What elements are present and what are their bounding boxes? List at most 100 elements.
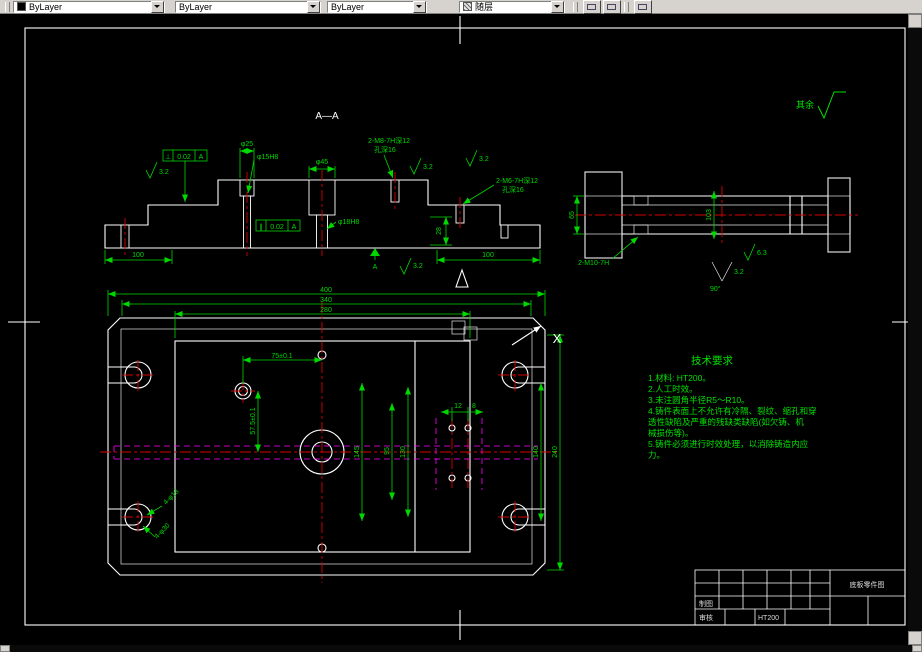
roughness-symbol-icon — [817, 91, 846, 120]
gdt1-symbol: ⊥ — [165, 154, 171, 161]
gdt2-symbol: ∥ — [259, 223, 263, 231]
title-block: 制图 审核 HT200 底板零件图 — [694, 569, 906, 626]
tech-line: 3.未注圆角半径R5～R10。 — [648, 395, 750, 405]
plan-dimensions: 400 340 280 75±0.1 57.5±0.1 145 95 130 1… — [107, 287, 564, 571]
dim-12: 12 — [454, 403, 462, 410]
side-dimensions: 65 103 2-M10-7H 6.3 3.2 90° — [569, 191, 767, 293]
toolbar-grip[interactable] — [624, 1, 629, 12]
datum-a-label: A — [373, 264, 378, 271]
titleblock-checker-label: 审核 — [699, 613, 713, 622]
titleblock-title: 底板零件图 — [850, 580, 885, 589]
linetype-dropdown[interactable]: ByLayer — [175, 0, 321, 13]
dim-145: 145 — [354, 446, 361, 458]
section-view: A—A φ25 φ15H8 φ45 2-M8-7H深12 孔深16 2-M6-7… — [104, 111, 541, 288]
gdt2-datum: A — [292, 224, 297, 231]
tech-line: 5.铸件必须进行时效处理，以消除铸造内应 — [648, 439, 809, 449]
surface-finish-note: 其余 — [796, 91, 846, 120]
lineweight-dropdown[interactable]: ByLayer — [327, 0, 427, 13]
chevron-down-icon[interactable] — [551, 0, 564, 13]
scroll-up-button[interactable] — [908, 14, 922, 28]
roughness-63: 6.3 — [757, 250, 767, 257]
dim-65: 65 — [569, 211, 576, 219]
dim-140: 140 — [533, 446, 540, 458]
dim-240: 240 — [552, 446, 559, 458]
dim-57-5: 57.5±0.1 — [250, 407, 257, 434]
plotstyle-dropdown[interactable]: 随层 — [459, 0, 565, 13]
tech-line: 2.人工时效。 — [648, 384, 698, 394]
dim-dia18: φ18H8 — [338, 219, 359, 226]
toolbar-grip[interactable] — [5, 1, 10, 12]
dim-8: 8 — [472, 403, 476, 410]
horizontal-scrollbar[interactable] — [0, 645, 922, 652]
dim-dia45: φ45 — [316, 159, 328, 166]
dim-4-dia30: 4-φ30 — [153, 522, 171, 540]
dim-m8-1: 2-M8-7H深12 — [368, 136, 410, 145]
plotstyle-swatch-icon — [463, 2, 472, 11]
toolbar-button-2[interactable] — [603, 0, 621, 14]
tech-line: 透性缺陷及严重的残缺类缺陷(如欠铸、机 — [648, 417, 804, 427]
color-swatch-icon — [17, 2, 26, 11]
chevron-down-icon[interactable] — [413, 0, 426, 13]
drawing-canvas[interactable]: A—A φ25 φ15H8 φ45 2-M8-7H深12 孔深16 2-M6-7… — [0, 14, 908, 645]
dim-280: 280 — [320, 307, 332, 314]
dim-130: 130 — [400, 446, 407, 458]
section-centerlines — [124, 170, 461, 256]
tech-line: 1.材料: HT200。 — [648, 373, 711, 383]
dim-m10: 2-M10-7H — [578, 260, 609, 267]
roughness-3: 3.2 — [479, 156, 489, 163]
gdt2-value: 0.02 — [270, 224, 284, 231]
dim-dia25: φ25 — [241, 141, 253, 148]
section-arrow-icon — [455, 268, 469, 288]
color-dropdown[interactable]: ByLayer — [13, 0, 165, 13]
chevron-down-icon[interactable] — [151, 0, 164, 13]
lineweight-value: ByLayer — [331, 1, 365, 12]
tech-line: 4.铸件表面上不允许有冷隔、裂纹、缩孔和穿 — [648, 406, 817, 416]
toolbar-button-3[interactable] — [634, 0, 652, 14]
dim-75: 75±0.1 — [271, 353, 292, 360]
dim-4-dia18: 4-φ18 — [162, 488, 180, 506]
tech-requirements: 技术要求 1.材料: HT200。 2.人工时效。 3.未注圆角半径R5～R10… — [648, 354, 817, 460]
roughness-4: 3.2 — [413, 263, 423, 270]
dim-103: 103 — [706, 209, 713, 221]
dim-95: 95 — [384, 447, 391, 455]
dim-m6-1: 2-M6-7H深12 — [496, 176, 538, 185]
node-marker-icon — [451, 320, 466, 335]
gdt1-value: 0.02 — [177, 154, 191, 161]
dim-28: 28 — [436, 227, 443, 235]
section-label: A—A — [315, 111, 339, 122]
tech-title: 技术要求 — [691, 354, 733, 367]
roughness-2: 3.2 — [423, 164, 433, 171]
dim-400: 400 — [320, 287, 332, 294]
tech-line: 械损伤等)。 — [648, 428, 693, 438]
roughness-32: 3.2 — [734, 269, 744, 276]
drawing-frame — [8, 16, 908, 640]
titleblock-material: HT200 — [758, 615, 779, 622]
dim-90deg: 90° — [710, 285, 721, 293]
tech-line: 力。 — [648, 450, 665, 460]
plan-view: 400 340 280 75±0.1 57.5±0.1 145 95 130 1… — [100, 287, 564, 583]
dim-m8-2: 孔深16 — [374, 145, 396, 154]
cad-application-window: ByLayer ByLayer ByLayer 随层 A—A φ25 φ15H8… — [0, 0, 922, 652]
plotstyle-value: 随层 — [475, 1, 494, 12]
object-properties-toolbar: ByLayer ByLayer ByLayer 随层 — [0, 0, 922, 14]
surface-note-text: 其余 — [796, 99, 814, 110]
scroll-right-button[interactable] — [912, 645, 922, 652]
chevron-down-icon[interactable] — [307, 0, 320, 13]
scroll-left-button[interactable] — [0, 645, 10, 652]
dim-dia15: φ15H8 — [257, 154, 278, 161]
x-marker: X — [553, 331, 562, 346]
roughness-1: 3.2 — [159, 169, 169, 176]
color-value: ByLayer — [29, 1, 63, 12]
dim-100-right: 100 — [482, 252, 494, 259]
toolbar-grip[interactable] — [573, 1, 578, 12]
dim-m6-2: 孔深16 — [502, 185, 524, 194]
side-view: 65 103 2-M10-7H 6.3 3.2 90° — [569, 171, 858, 293]
toolbar-button-1[interactable] — [583, 0, 601, 14]
vertical-scrollbar[interactable] — [908, 14, 922, 645]
hidden-lines — [113, 418, 538, 490]
scroll-down-button[interactable] — [908, 631, 922, 645]
linetype-value: ByLayer — [179, 1, 213, 12]
plan-centerlines — [100, 302, 560, 583]
gdt1-datum: A — [199, 154, 204, 161]
dim-340: 340 — [320, 297, 332, 304]
